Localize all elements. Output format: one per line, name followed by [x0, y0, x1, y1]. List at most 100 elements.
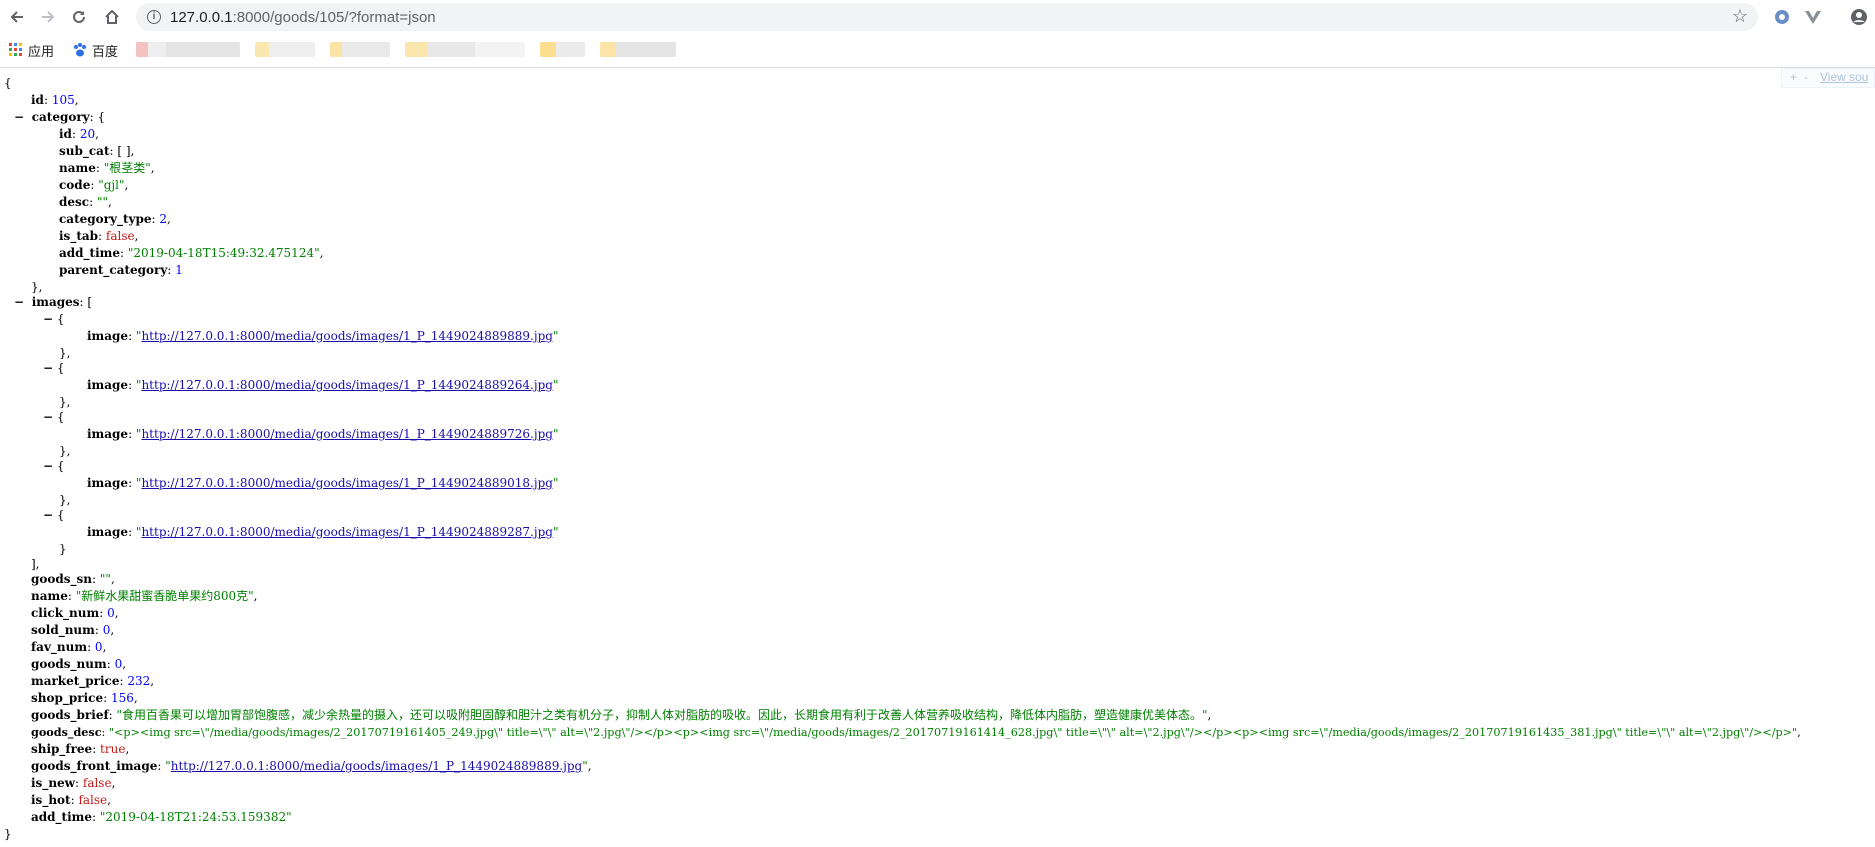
json-value: "<p><img src=\"/media/goods/images/2_201… — [108, 726, 1798, 739]
json-row-goods-brief: goods_brief: "食用百香果可以增加胃部饱腹感，减少余热量的摄入，还可… — [31, 708, 1212, 722]
json-key: ship_free — [31, 742, 93, 756]
json-key: desc — [59, 195, 90, 209]
collapse-toggle[interactable]: − — [43, 410, 53, 424]
home-button[interactable] — [101, 6, 123, 28]
expand-all-button[interactable]: + — [1790, 70, 1797, 84]
front-image-url-link[interactable]: http://127.0.0.1:8000/media/goods/images… — [171, 759, 583, 773]
json-key: is_hot — [31, 793, 71, 807]
json-row-image: image: "http://127.0.0.1:8000/media/good… — [87, 525, 559, 539]
bookmark-redacted[interactable] — [540, 42, 585, 57]
json-row-market-price: market_price: 232, — [31, 674, 155, 688]
profile-button[interactable] — [1850, 8, 1868, 26]
back-button[interactable] — [6, 6, 28, 28]
json-row-click-num: click_num: 0, — [31, 606, 119, 620]
collapse-toggle[interactable]: − — [43, 459, 53, 473]
json-value: "2019-04-18T15:49:32.475124" — [127, 246, 320, 260]
json-key: add_time — [59, 246, 120, 260]
json-key: sold_num — [31, 623, 95, 637]
bookmark-apps[interactable]: 应用 — [9, 40, 54, 60]
json-value: 20 — [79, 127, 96, 141]
collapse-toggle[interactable]: − — [14, 110, 24, 124]
forward-button[interactable] — [37, 6, 59, 28]
json-row-category: − category: { — [14, 110, 106, 124]
json-row-is-tab: is_tab: false, — [59, 229, 139, 243]
json-row-goods-sn: goods_sn: "", — [31, 572, 115, 586]
json-value: false — [78, 793, 108, 807]
json-row-shop-price: shop_price: 156, — [31, 691, 138, 705]
json-key: image — [87, 427, 129, 441]
image-url-link[interactable]: http://127.0.0.1:8000/media/goods/images… — [141, 329, 553, 343]
reload-icon — [73, 10, 85, 23]
json-row-ship-free: ship_free: true, — [31, 742, 130, 756]
image-url-link[interactable]: http://127.0.0.1:8000/media/goods/images… — [141, 427, 553, 441]
collapse-toggle[interactable]: − — [43, 312, 53, 326]
json-key: category_type — [59, 212, 152, 226]
json-value: 0 — [102, 623, 111, 637]
account-circle-icon — [1851, 9, 1867, 25]
json-row-add-time: add_time: "2019-04-18T21:24:53.159382" — [31, 810, 292, 824]
json-row-image: image: "http://127.0.0.1:8000/media/good… — [87, 378, 559, 392]
extension-icon[interactable] — [1773, 8, 1791, 26]
json-key: shop_price — [31, 691, 104, 705]
collapse-toggle[interactable]: − — [43, 508, 53, 522]
json-key: image — [87, 476, 129, 490]
bookmark-label: 应用 — [28, 43, 55, 59]
json-key: fav_num — [31, 640, 88, 654]
json-key: name — [59, 161, 96, 175]
json-value: 0 — [107, 606, 115, 620]
json-key: parent_category — [59, 263, 168, 277]
address-bar[interactable]: i 127.0.0.1:8000/goods/105/?format=json … — [136, 3, 1758, 31]
bookmark-redacted[interactable] — [600, 42, 676, 57]
json-row-desc: desc: "", — [59, 195, 112, 209]
json-row-id: id: 105, — [31, 93, 79, 107]
json-row-parent-category: parent_category: 1 — [59, 263, 183, 277]
json-row-is-new: is_new: false, — [31, 776, 116, 790]
collapse-all-button[interactable]: - — [1804, 70, 1808, 84]
json-key: market_price — [31, 674, 120, 688]
json-key: goods_desc — [31, 725, 102, 739]
json-row-category-name: name: "根茎类", — [59, 161, 155, 175]
json-key: goods_sn — [31, 572, 93, 586]
json-row-goods-desc: goods_desc: "<p><img src=\"/media/goods/… — [31, 725, 1801, 739]
json-row-images: − images: [ — [14, 295, 93, 309]
view-source-link[interactable]: View sou — [1820, 70, 1868, 84]
image-url-link[interactable]: http://127.0.0.1:8000/media/goods/images… — [141, 476, 553, 490]
json-key: id — [59, 127, 72, 141]
json-value: "" — [99, 572, 111, 586]
arrow-right-icon — [42, 11, 55, 23]
bookmark-label: 百度 — [92, 43, 119, 59]
bookmark-redacted[interactable] — [405, 42, 525, 57]
bookmark-baidu[interactable]: 百度 — [73, 40, 118, 60]
json-row-is-hot: is_hot: false, — [31, 793, 111, 807]
collapse-toggle[interactable]: − — [14, 295, 24, 309]
bookmark-redacted[interactable] — [330, 42, 390, 57]
json-row-category-type: category_type: 2, — [59, 212, 171, 226]
json-value: 105 — [51, 93, 75, 107]
collapse-toggle[interactable]: − — [43, 361, 53, 375]
json-key: category — [31, 110, 90, 124]
image-url-link[interactable]: http://127.0.0.1:8000/media/goods/images… — [141, 525, 553, 539]
json-key: goods_front_image — [31, 759, 158, 773]
json-key: images — [31, 295, 80, 309]
bookmark-redacted[interactable] — [255, 42, 315, 57]
json-key: sub_cat — [59, 144, 110, 158]
json-row-category-add-time: add_time: "2019-04-18T15:49:32.475124", — [59, 246, 324, 260]
json-value: false — [105, 229, 135, 243]
bookmark-star-icon[interactable]: ☆ — [1732, 6, 1748, 27]
reload-button[interactable] — [68, 6, 90, 28]
bookmark-redacted[interactable] — [136, 42, 240, 57]
json-row-sub-cat: sub_cat: [ ], — [59, 144, 135, 158]
info-icon[interactable]: i — [147, 10, 161, 24]
url-text[interactable]: 127.0.0.1:8000/goods/105/?format=json — [170, 9, 436, 26]
json-key: image — [87, 329, 129, 343]
json-viewer: + - View sou { id: 105, − category: { id… — [0, 68, 1875, 847]
json-row-name: name: "新鲜水果甜蜜香脆单果约800克", — [31, 589, 258, 603]
json-key: image — [87, 378, 129, 392]
json-row-goods-front-image: goods_front_image: "http://127.0.0.1:800… — [31, 759, 592, 773]
vue-devtools-icon[interactable] — [1804, 8, 1822, 26]
image-url-link[interactable]: http://127.0.0.1:8000/media/goods/images… — [141, 378, 553, 392]
json-value: "根茎类" — [103, 161, 151, 175]
json-row-image: image: "http://127.0.0.1:8000/media/good… — [87, 476, 559, 490]
json-row-image: image: "http://127.0.0.1:8000/media/good… — [87, 427, 559, 441]
url-path: :8000/goods/105/?format=json — [232, 9, 436, 26]
